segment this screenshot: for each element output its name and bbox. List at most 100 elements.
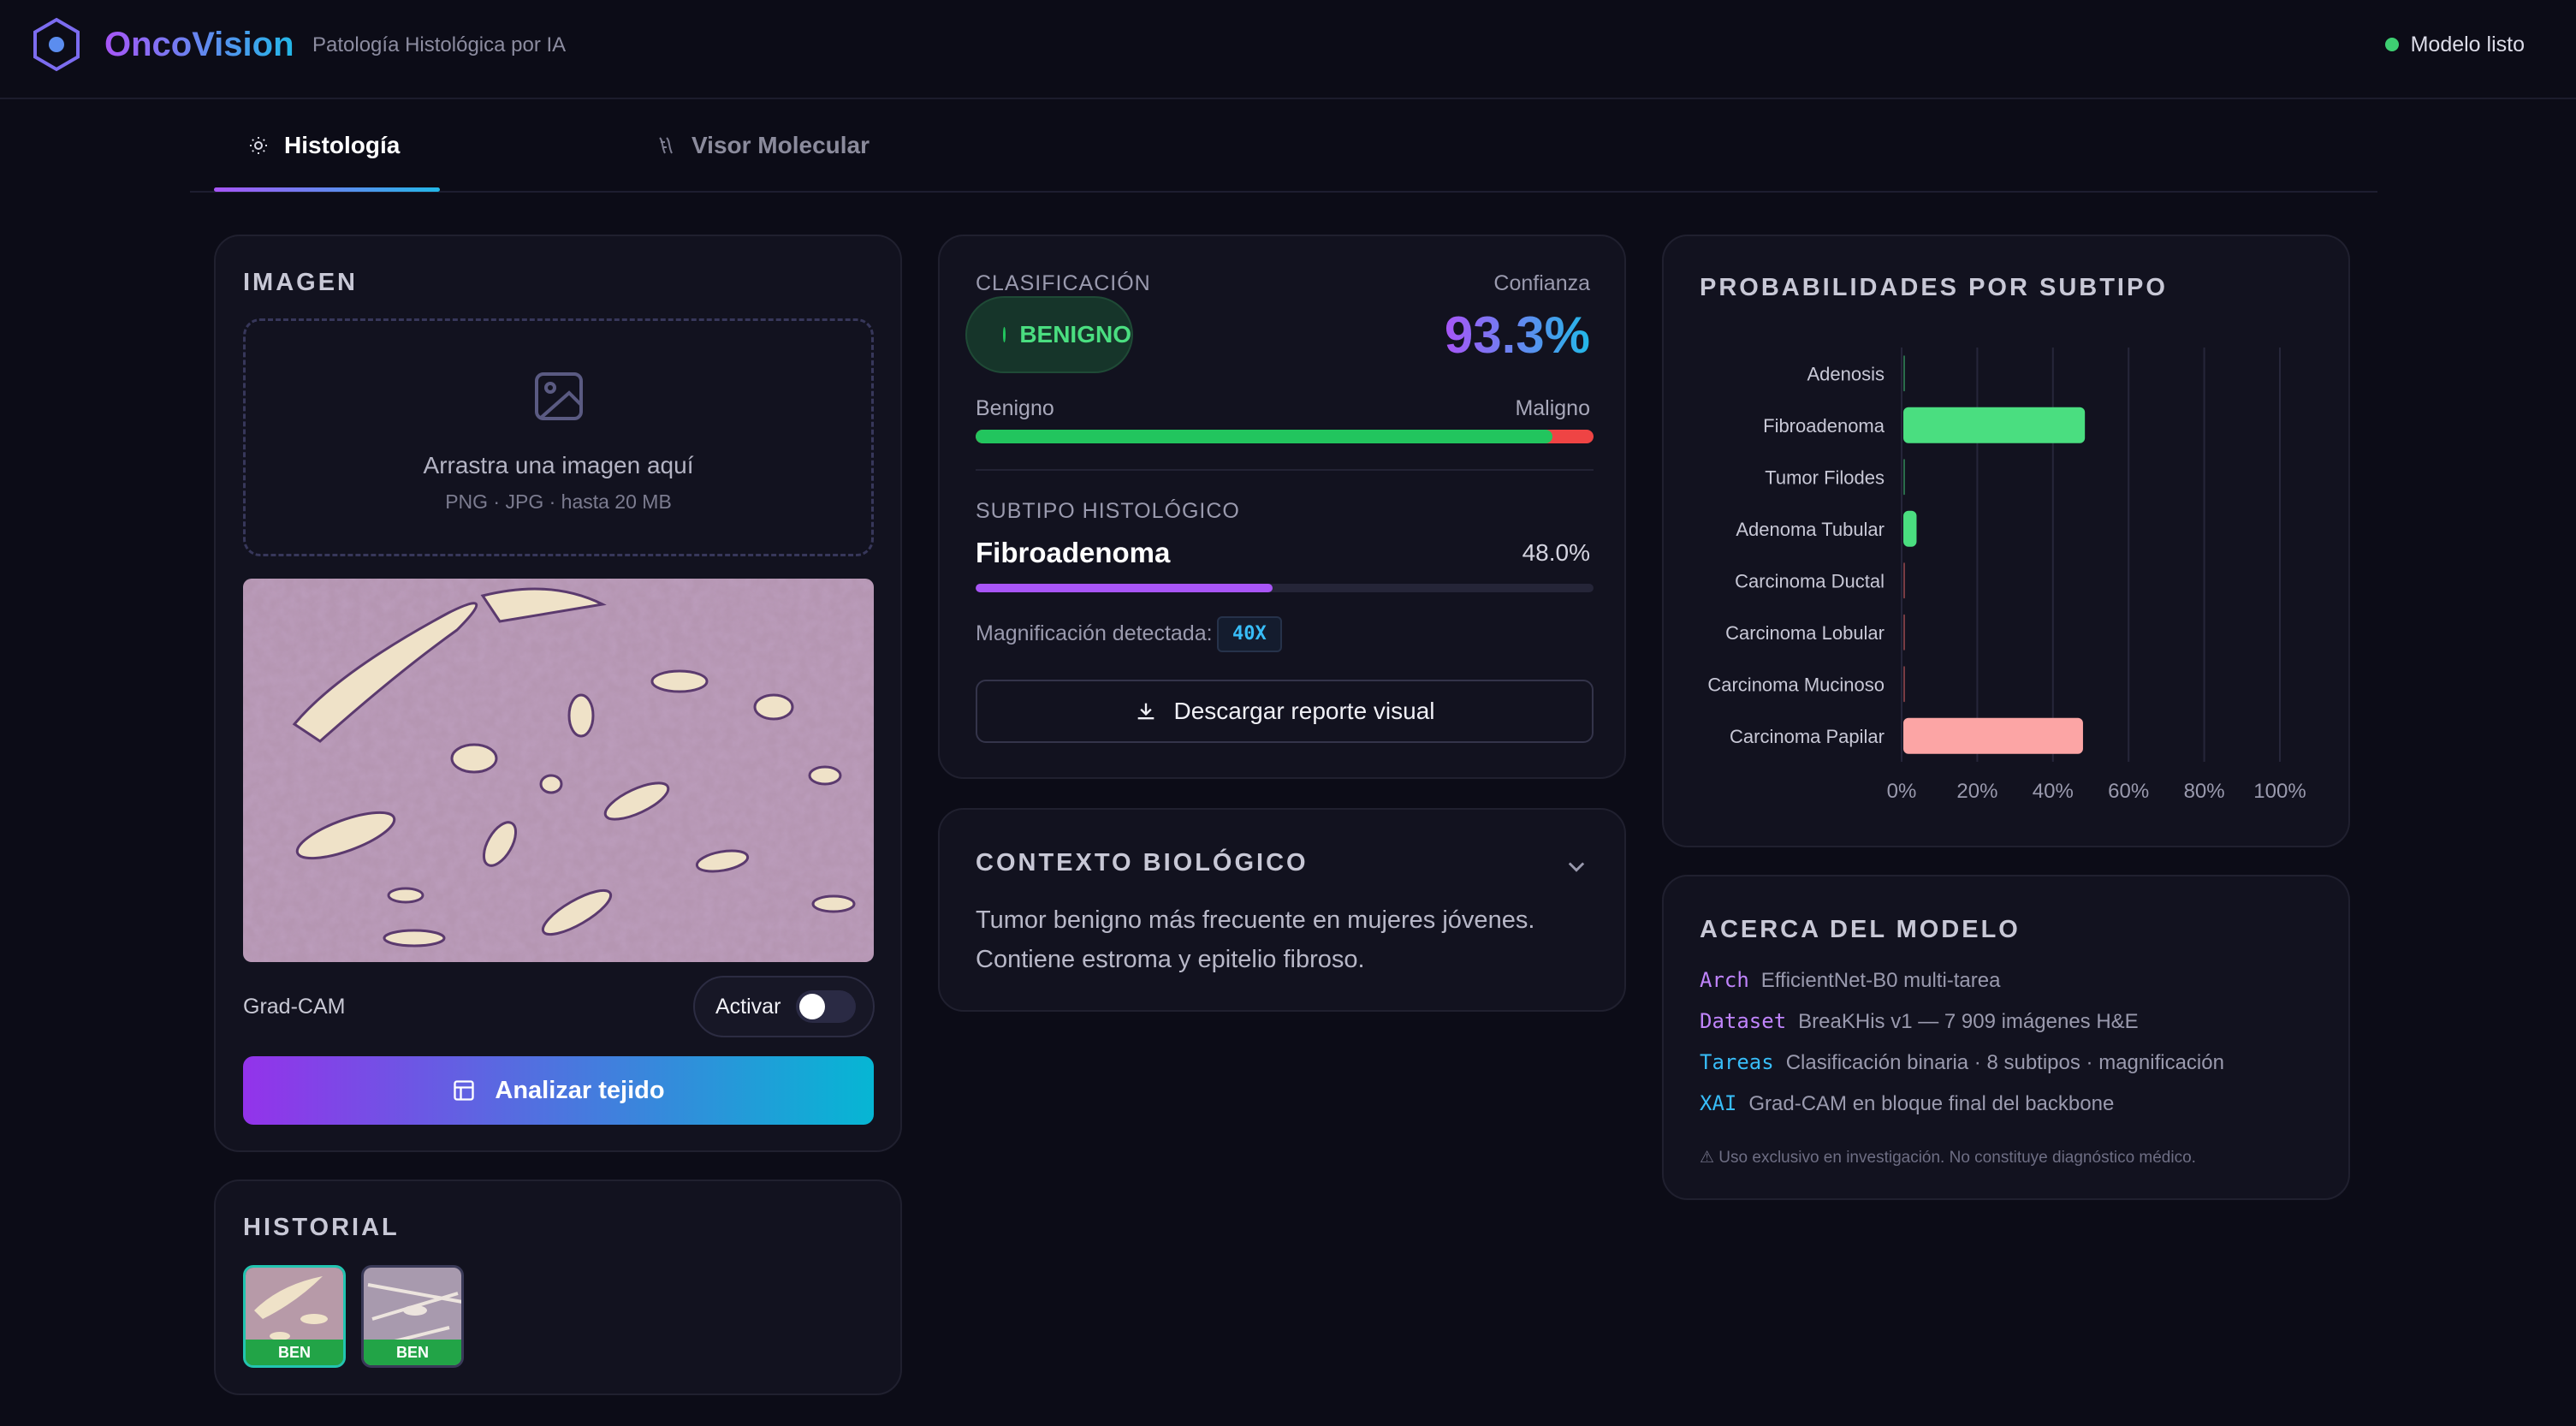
bar-adenosis	[1903, 355, 1905, 392]
category-label: Carcinoma Papilar	[1730, 726, 1885, 747]
download-icon	[1138, 703, 1154, 720]
sun-icon	[250, 137, 267, 154]
analyze-button-label: Analizar tejido	[495, 1076, 665, 1104]
dropzone-text: Arrastra una imagen aquí	[423, 452, 694, 478]
history-title: HISTORIAL	[243, 1214, 400, 1241]
confidence-label: Confianza	[1493, 271, 1590, 295]
benign-fill	[976, 430, 1552, 443]
x-tick-label: 60%	[2108, 780, 2149, 803]
about-value: Grad-CAM en bloque final del backbone	[1748, 1092, 2115, 1115]
subtype-fill	[976, 584, 1273, 592]
gradcam-toggle-label: Activar	[715, 994, 781, 1019]
divider	[976, 469, 1594, 471]
active-tab-indicator	[214, 187, 440, 192]
about-row: XAI Grad-CAM en bloque final del backbone	[1700, 1090, 2114, 1117]
model-status: Modelo listo	[2384, 31, 2525, 58]
category-label: Carcinoma Mucinoso	[1707, 674, 1885, 695]
about-value: BreaKHis v1 — 7 909 imágenes H&E	[1798, 1010, 2139, 1033]
status-dot-icon	[2384, 38, 2399, 51]
category-label: Carcinoma Lobular	[1725, 622, 1885, 644]
category-label: Tumor Filodes	[1765, 466, 1885, 488]
tab-histologia[interactable]: Histología	[214, 100, 434, 191]
category-label: Carcinoma Ductal	[1735, 570, 1885, 591]
context-panel[interactable]: CONTEXTO BIOLÓGICO Tumor benigno más fre…	[938, 808, 1626, 1012]
history-tag: BEN	[246, 1340, 343, 1365]
disclaimer-note: ⚠ Uso exclusivo en investigación. No con…	[1700, 1149, 2196, 1167]
category-label: Adenosis	[1807, 363, 1885, 384]
history-tag: BEN	[364, 1340, 461, 1365]
gradcam-label: Grad-CAM	[243, 995, 346, 1019]
chevron-down-icon[interactable]	[1564, 854, 1588, 878]
dropzone-hint: PNG · JPG · hasta 20 MB	[445, 490, 672, 513]
about-row: Arch EfficientNet-B0 multi-tarea	[1700, 967, 2000, 994]
about-title: ACERCA DEL MODELO	[1700, 916, 2021, 943]
about-key: Arch	[1700, 968, 1749, 992]
tab-visor-molecular-label: Visor Molecular	[691, 132, 870, 158]
confidence-value: 93.3%	[1445, 305, 1590, 366]
about-row: Dataset BreaKHis v1 — 7 909 imágenes H&E	[1700, 1008, 2139, 1035]
magnification-chip: 40X	[1217, 616, 1282, 652]
download-button-label: Descargar reporte visual	[1173, 698, 1435, 724]
layout-icon	[454, 1080, 475, 1101]
probability-chart: 0% 20% 40% 60% 80% 100% Adenosis Fibroadenoma Tu…	[1707, 348, 2306, 803]
history-panel: HISTORIAL BEN BEN	[214, 1179, 902, 1395]
hexagon-logo-icon	[33, 17, 80, 72]
model-status-text: Modelo listo	[2410, 33, 2525, 56]
image-panel: IMAGEN Arrastra una imagen aquí PNG · JP…	[214, 235, 902, 1152]
benign-malign-bar	[976, 430, 1594, 443]
bar-carcinoma-ductal	[1903, 562, 1905, 599]
classification-panel: CLASIFICACIÓN Confianza BENIGNO 93.3% Be…	[938, 235, 1626, 779]
result-dot-icon	[1003, 327, 1006, 342]
classification-label: CLASIFICACIÓN	[976, 271, 1151, 295]
tissue-image	[243, 579, 874, 962]
category-label: Adenoma Tubular	[1736, 519, 1885, 540]
x-tick-label: 100%	[2253, 780, 2306, 803]
tab-bar: Histología Visor Molecular	[190, 100, 2377, 193]
top-bar: OncoVision Patología Histológica por IA …	[0, 0, 2576, 99]
bar-tumor-filodes	[1903, 459, 1905, 496]
bar-carcinoma-mucinoso	[1903, 666, 1905, 703]
benign-label: Benigno	[976, 396, 1054, 420]
history-thumbnail[interactable]: BEN	[243, 1265, 346, 1368]
image-icon	[535, 372, 583, 420]
subtype-section-label: SUBTIPO HISTOLÓGICO	[976, 499, 1240, 523]
about-key: XAI	[1700, 1091, 1737, 1115]
subtype-bar	[976, 584, 1594, 592]
brand-name: OncoVision	[104, 26, 294, 63]
about-model-panel: ACERCA DEL MODELO Arch EfficientNet-B0 mu…	[1662, 875, 2350, 1200]
gradcam-toggle[interactable]: Activar	[693, 976, 875, 1037]
history-thumbnail[interactable]: BEN	[361, 1265, 464, 1368]
tab-histologia-label: Histología	[284, 132, 401, 158]
analyze-tissue-button[interactable]: Analizar tejido	[243, 1056, 874, 1125]
subtype-probabilities-panel: PROBABILIDADES POR SUBTIPO 0% 20% 40% 60% 80…	[1662, 235, 2350, 847]
toggle-switch[interactable]	[796, 990, 857, 1023]
bar-carcinoma-papilar	[1903, 717, 2083, 754]
context-text: Tumor benigno más frecuente en mujeres j…	[976, 906, 1535, 973]
magnification-label: Magnificación detectada:	[976, 621, 1213, 645]
toggle-knob	[799, 994, 826, 1019]
subtype-name: Fibroadenoma	[976, 537, 1171, 568]
x-tick-label: 0%	[1887, 780, 1917, 803]
bar-fibroadenoma	[1903, 407, 2086, 443]
molecule-icon	[659, 137, 673, 154]
about-value: EfficientNet-B0 multi-tarea	[1760, 969, 2001, 992]
about-value: Clasificación binaria · 8 subtipos · mag…	[1785, 1051, 2224, 1074]
image-dropzone[interactable]: Arrastra una imagen aquí PNG · JPG · has…	[243, 318, 874, 556]
result-label: BENIGNO	[1019, 321, 1131, 348]
download-report-button[interactable]: Descargar reporte visual	[976, 680, 1594, 743]
about-row: Tareas Clasificación binaria · 8 subtipos…	[1700, 1049, 2224, 1076]
context-title: CONTEXTO BIOLÓGICO	[976, 849, 1309, 876]
category-label: Fibroadenoma	[1763, 415, 1885, 437]
subtype-probability: 48.0%	[1522, 539, 1590, 566]
malign-label: Maligno	[1515, 396, 1590, 420]
x-tick-label: 20%	[1956, 780, 1997, 803]
tab-visor-molecular[interactable]: Visor Molecular	[637, 100, 888, 191]
bar-carcinoma-lobular	[1903, 614, 1905, 651]
image-panel-title: IMAGEN	[243, 269, 358, 296]
x-tick-label: 40%	[2033, 780, 2074, 803]
about-key: Tareas	[1700, 1050, 1774, 1074]
x-tick-label: 80%	[2184, 780, 2225, 803]
about-key: Dataset	[1700, 1009, 1787, 1033]
bar-adenoma-tubular	[1903, 510, 1917, 547]
result-badge: BENIGNO	[965, 296, 1133, 373]
